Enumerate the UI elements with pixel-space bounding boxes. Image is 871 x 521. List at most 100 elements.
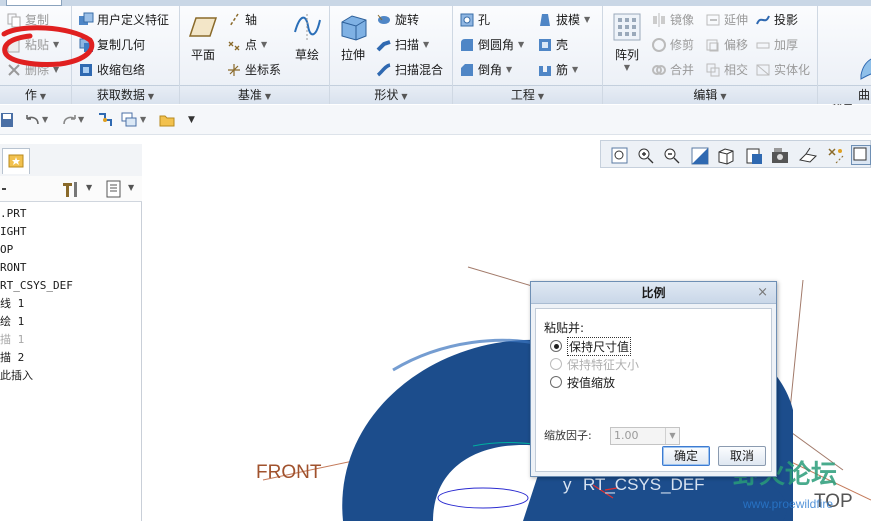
perspective-button[interactable] bbox=[797, 145, 818, 165]
close-icon[interactable]: × bbox=[757, 282, 768, 304]
chamfer-button[interactable]: 倒角 ▼ bbox=[459, 59, 512, 81]
datum-plane-top[interactable] bbox=[787, 279, 844, 471]
intersect-button[interactable]: 相交 bbox=[705, 59, 748, 81]
tree-item[interactable]: 描 1 bbox=[0, 331, 24, 349]
plane-label: 平面 bbox=[190, 48, 215, 62]
datum-display-icon bbox=[828, 148, 844, 164]
display-style-button[interactable] bbox=[743, 145, 763, 165]
close-window-button[interactable] bbox=[158, 111, 176, 129]
chevron-down-icon[interactable]: ▼ bbox=[140, 111, 150, 129]
tree-item[interactable]: 此插入 bbox=[0, 367, 33, 385]
tree-item[interactable]: .PRT bbox=[0, 205, 27, 223]
zoom-out-button[interactable] bbox=[661, 145, 681, 165]
tree-item[interactable]: RONT bbox=[0, 259, 27, 277]
thicken-button[interactable]: 加厚 bbox=[755, 34, 798, 56]
project-button[interactable]: 投影 bbox=[755, 9, 798, 31]
refit-icon bbox=[611, 147, 628, 164]
swept-blend-icon bbox=[376, 62, 392, 78]
point-button[interactable]: 点 ▼ bbox=[226, 34, 267, 56]
chevron-down-icon[interactable]: ▼ bbox=[128, 183, 134, 192]
plane-button[interactable]: 平面 bbox=[184, 12, 222, 63]
tree-item[interactable]: IGHT bbox=[0, 223, 27, 241]
chevron-down-icon[interactable]: ▼ bbox=[42, 111, 52, 129]
settings-button[interactable] bbox=[60, 179, 80, 199]
windows-button[interactable] bbox=[120, 111, 138, 129]
tree-item[interactable]: RT_CSYS_DEF bbox=[0, 277, 73, 295]
list-icon bbox=[106, 180, 121, 198]
customize-toolbar-icon[interactable]: ▼ bbox=[188, 111, 198, 129]
draft-label: 拔模 bbox=[556, 13, 581, 27]
group-label-engineering[interactable]: 工程 ▼ bbox=[453, 85, 602, 104]
group-label-get-data[interactable]: 获取数据 ▼ bbox=[72, 85, 179, 104]
trim-button[interactable]: 修剪 bbox=[651, 34, 694, 56]
undo-button[interactable] bbox=[24, 111, 42, 129]
group-label-surfaces[interactable]: 曲 bbox=[818, 85, 871, 104]
mirror-label: 镜像 bbox=[670, 13, 695, 27]
chevron-down-icon: ▼ bbox=[572, 65, 579, 74]
group-label-editing[interactable]: 编辑 ▼ bbox=[603, 85, 817, 104]
refit-button[interactable] bbox=[609, 145, 629, 165]
radio-keep-dims-label: 保持尺寸值 bbox=[567, 336, 632, 356]
group-label-operations[interactable]: 作 ▼ bbox=[0, 85, 71, 104]
tree-item[interactable]: 描 2 bbox=[0, 349, 24, 367]
front-plane-label[interactable]: FRONT bbox=[256, 462, 321, 484]
solidify-button[interactable]: 实体化 bbox=[755, 59, 810, 81]
radio-scale-by-value[interactable]: 按值缩放 bbox=[550, 373, 615, 391]
mirror-button[interactable]: 镜像 bbox=[651, 9, 694, 31]
round-button[interactable]: 倒圆角 ▼ bbox=[459, 34, 524, 56]
chevron-down-icon: ▼ bbox=[261, 40, 268, 49]
draft-button[interactable]: 拔模 ▼ bbox=[537, 9, 590, 31]
csys-button[interactable]: 坐标系 bbox=[226, 59, 281, 81]
save-button[interactable] bbox=[0, 111, 18, 129]
sketch-button[interactable]: 草绘 bbox=[288, 12, 326, 63]
rib-button[interactable]: 筋 ▼ bbox=[537, 59, 578, 81]
scale-factor-value: 1.00 bbox=[614, 429, 639, 442]
hole-label: 孔 bbox=[478, 13, 491, 27]
chevron-down-icon: ▼ bbox=[518, 40, 525, 49]
dialog-title-bar[interactable]: 比例 × bbox=[531, 282, 776, 304]
chevron-down-icon[interactable]: ▼ bbox=[78, 111, 88, 129]
cancel-button[interactable]: 取消 bbox=[718, 446, 766, 466]
axis-label: 轴 bbox=[245, 13, 258, 27]
tree-item[interactable]: OP bbox=[0, 241, 13, 259]
radio-keep-dims[interactable]: 保持尺寸值 bbox=[550, 336, 632, 356]
pattern-button[interactable]: 阵列 ▼ bbox=[607, 12, 647, 72]
merge-button[interactable]: 合并 bbox=[651, 59, 694, 81]
solidify-icon bbox=[755, 62, 771, 78]
chevron-down-icon[interactable]: ▼ bbox=[86, 183, 92, 192]
mirror-icon bbox=[651, 12, 667, 28]
show-button[interactable] bbox=[104, 179, 124, 199]
view-manager-button[interactable] bbox=[769, 145, 789, 165]
csys-label[interactable]: RT_CSYS_DEF bbox=[583, 475, 705, 495]
repaint-button[interactable] bbox=[689, 145, 709, 165]
offset-button[interactable]: 偏移 bbox=[705, 34, 748, 56]
shell-button[interactable]: 壳 bbox=[537, 34, 568, 56]
regenerate-button[interactable] bbox=[96, 111, 114, 129]
hole-button[interactable]: 孔 bbox=[459, 9, 490, 31]
perspective-icon bbox=[798, 147, 818, 163]
zoom-in-button[interactable] bbox=[635, 145, 655, 165]
extrude-button[interactable]: 拉伸 bbox=[334, 12, 372, 63]
sweep-icon bbox=[376, 37, 392, 53]
tab-model-tree[interactable] bbox=[2, 148, 30, 174]
chevron-down-icon: ▼ bbox=[423, 40, 430, 49]
rib-label: 筋 bbox=[556, 63, 569, 77]
csys-display-button[interactable] bbox=[851, 145, 871, 165]
merge-icon bbox=[651, 62, 667, 78]
tree-item[interactable]: 绘 1 bbox=[0, 313, 24, 331]
group-label-shapes[interactable]: 形状 ▼ bbox=[330, 85, 452, 104]
swept-blend-button[interactable]: 扫描混合 bbox=[376, 59, 443, 81]
shell-icon bbox=[537, 37, 553, 53]
ok-button[interactable]: 确定 bbox=[662, 446, 710, 466]
swept-blend-label: 扫描混合 bbox=[395, 63, 444, 77]
revolve-button[interactable]: 旋转 bbox=[376, 9, 419, 31]
tree-item[interactable]: 线 1 bbox=[0, 295, 24, 313]
extend-button[interactable]: 延伸 bbox=[705, 9, 748, 31]
sweep-button[interactable]: 扫描 ▼ bbox=[376, 34, 429, 56]
group-label-datum[interactable]: 基准 ▼ bbox=[180, 85, 329, 104]
saved-orientations-button[interactable] bbox=[715, 145, 735, 165]
datum-display-button[interactable] bbox=[825, 145, 845, 165]
axis-button[interactable]: 轴 bbox=[226, 9, 257, 31]
chevron-down-icon: ▼ bbox=[720, 92, 727, 101]
redo-button[interactable] bbox=[60, 111, 78, 129]
